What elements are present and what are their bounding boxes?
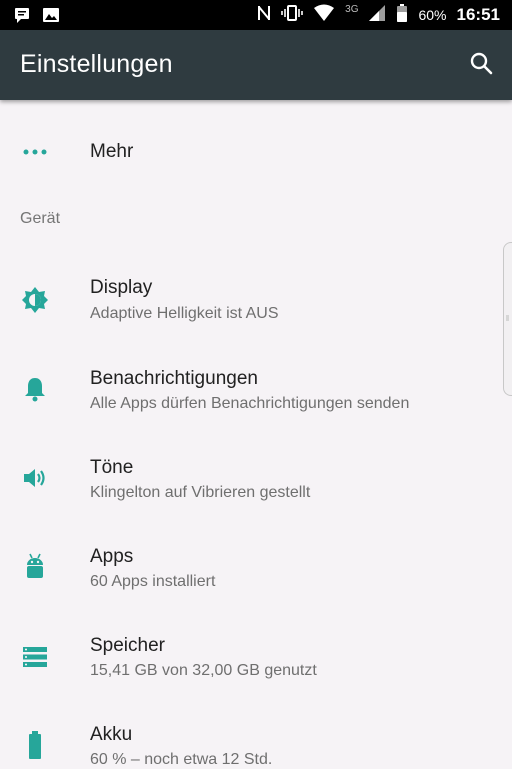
bell-icon <box>20 374 50 404</box>
search-button[interactable] <box>466 50 496 80</box>
settings-item-mehr[interactable]: Mehr <box>0 120 512 184</box>
image-icon <box>42 6 60 29</box>
more-horiz-icon <box>20 137 50 167</box>
search-icon <box>469 51 493 80</box>
settings-item-apps[interactable]: Apps 60 Apps installiert <box>0 532 512 604</box>
signal-icon <box>368 4 386 27</box>
notification-icon <box>14 6 32 29</box>
settings-item-subtitle: 60 Apps installiert <box>90 573 216 590</box>
network-type-label: 3G <box>345 3 359 15</box>
settings-item-title: Display <box>90 277 153 298</box>
settings-item-subtitle: Klingelton auf Vibrieren gestellt <box>90 484 311 501</box>
storage-icon <box>20 642 50 672</box>
settings-item-subtitle: 15,41 GB von 32,00 GB genutzt <box>90 662 317 679</box>
battery-icon <box>20 730 50 760</box>
app-bar: Einstellungen <box>0 30 512 100</box>
edge-panel-handle[interactable] <box>503 242 512 396</box>
settings-item-title: Töne <box>90 457 134 478</box>
status-bar: 3G 60% 16:51 <box>0 0 512 30</box>
settings-item-subtitle: 60 % – noch etwa 12 Std. <box>90 751 273 768</box>
settings-item-subtitle: Adaptive Helligkeit ist AUS <box>90 305 279 322</box>
wifi-icon <box>313 4 335 27</box>
settings-item-display[interactable]: Display Adaptive Helligkeit ist AUS <box>0 265 512 337</box>
settings-item-title: Speicher <box>90 635 165 656</box>
vibrate-icon <box>281 4 303 27</box>
settings-item-battery[interactable]: Akku 60 % – noch etwa 12 Std. <box>0 710 512 768</box>
clock: 16:51 <box>456 5 500 24</box>
android-icon <box>20 552 50 582</box>
battery-icon <box>396 3 408 27</box>
battery-percent: 60% <box>418 7 447 23</box>
settings-item-title: Apps <box>90 546 134 567</box>
settings-item-storage[interactable]: Speicher 15,41 GB von 32,00 GB genutzt <box>0 621 512 693</box>
section-header-geraet: Gerät <box>20 210 61 227</box>
settings-item-notifications[interactable]: Benachrichtigungen Alle Apps dürfen Bena… <box>0 354 512 426</box>
nfc-icon <box>257 4 271 27</box>
brightness-icon <box>20 285 50 315</box>
settings-item-title: Akku <box>90 724 133 745</box>
settings-item-subtitle: Alle Apps dürfen Benachrichtigungen send… <box>90 395 410 412</box>
settings-item-sounds[interactable]: Töne Klingelton auf Vibrieren gestellt <box>0 443 512 515</box>
volume-icon <box>20 463 50 493</box>
settings-item-title: Mehr <box>90 141 134 162</box>
page-title: Einstellungen <box>20 50 173 78</box>
settings-item-title: Benachrichtigungen <box>90 368 258 389</box>
